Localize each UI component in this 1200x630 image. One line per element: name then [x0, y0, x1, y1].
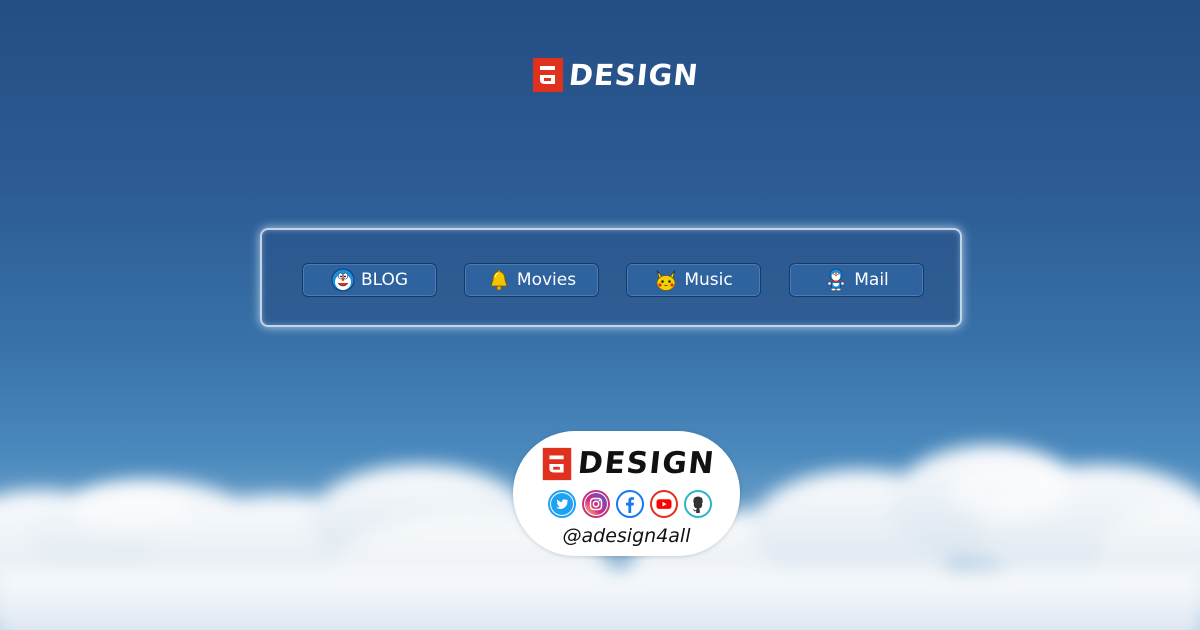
social-handle: @adesign4all: [562, 525, 691, 547]
facebook-link[interactable]: [616, 490, 644, 518]
nav-button-movies[interactable]: Movies: [464, 263, 599, 297]
social-badge: DESIGN @adesign4all: [513, 431, 740, 556]
pikachu-icon: [654, 268, 678, 292]
instagram-icon: [585, 493, 607, 515]
facebook-icon: [619, 493, 641, 515]
nav-button-label: Movies: [516, 270, 577, 290]
twitter-link[interactable]: [548, 490, 576, 518]
nav-button-music[interactable]: Music: [626, 263, 761, 297]
github-icon: [687, 493, 709, 515]
twitter-icon: [551, 493, 573, 515]
doraemon-figure-icon: [824, 268, 848, 292]
nav-button-mail[interactable]: Mail: [789, 263, 924, 297]
youtube-icon: [653, 493, 675, 515]
brand-mark-icon: [542, 447, 572, 481]
brand-logo[interactable]: DESIGN: [529, 56, 701, 94]
nav-button-label: BLOG: [360, 270, 409, 290]
nav-button-blog[interactable]: BLOG: [302, 263, 437, 297]
nav-button-label: Mail: [854, 270, 889, 290]
brand-mark-icon: [533, 58, 563, 92]
doraemon-face-icon: [331, 268, 355, 292]
badge-wordmark: DESIGN: [576, 446, 717, 481]
youtube-link[interactable]: [650, 490, 678, 518]
bell-icon: [487, 268, 511, 292]
github-link[interactable]: [684, 490, 712, 518]
badge-logo: DESIGN: [539, 446, 717, 482]
instagram-link[interactable]: [582, 490, 610, 518]
nav-panel: BLOG Movies Music Mail: [260, 228, 962, 327]
social-links: [548, 490, 712, 518]
nav-button-label: Music: [684, 270, 733, 290]
brand-wordmark: DESIGN: [567, 58, 701, 92]
